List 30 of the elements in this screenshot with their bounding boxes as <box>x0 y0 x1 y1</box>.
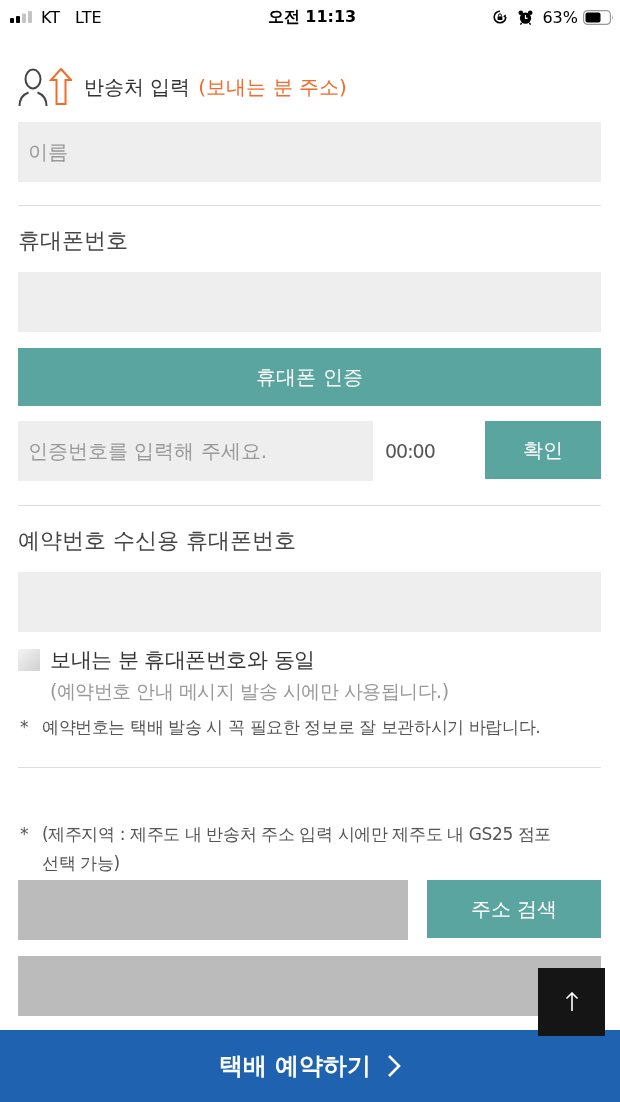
carrier-text: KT <box>41 7 61 27</box>
reservation-phone-label: 예약번호 수신용 휴대폰번호 <box>18 527 297 555</box>
phone-label: 휴대폰번호 <box>18 227 129 255</box>
same-as-sender-label: 보내는 분 휴대폰번호와 동일 <box>50 647 315 674</box>
person-arrow-icon <box>18 67 72 107</box>
timer-text: 00:00 <box>385 439 436 464</box>
signal-icon <box>10 11 32 23</box>
hint-text: (예약번호 안내 메시지 발송 시에만 사용됩니다.) <box>50 679 450 704</box>
arrow-up-icon <box>564 992 579 1012</box>
code-input[interactable]: 인증번호를 입력해 주세요. <box>18 421 373 481</box>
confirm-button[interactable]: 확인 <box>485 421 601 479</box>
address-search-button[interactable]: 주소 검색 <box>427 880 601 938</box>
alarm-icon <box>518 9 534 25</box>
name-input[interactable]: 이름 <box>18 122 601 182</box>
chevron-right-icon <box>387 1054 402 1078</box>
reserve-button[interactable]: 택배 예약하기 <box>0 1030 620 1102</box>
header-subtitle: (보내는 분 주소) <box>198 73 347 101</box>
clock-text: 오전 11:13 <box>267 6 357 28</box>
header-title: 반송처 입력 <box>84 73 191 101</box>
network-text: LTE <box>75 7 102 27</box>
orientation-lock-icon <box>493 10 508 24</box>
notice-text: 예약번호는 택배 발송 시 꼭 필요한 정보로 잘 보관하시기 바랍니다. <box>42 716 541 739</box>
battery-percent-text: 63% <box>542 7 578 27</box>
same-as-sender-checkbox[interactable] <box>18 649 40 671</box>
verify-phone-button[interactable]: 휴대폰 인증 <box>18 348 601 406</box>
notice-text: (제주지역 : 제주도 내 반송처 주소 입력 시에만 제주도 내 GS25 점포 선택 가능) <box>42 823 552 875</box>
battery-icon <box>583 9 614 25</box>
scroll-top-button[interactable] <box>538 968 605 1036</box>
notice-marker: * <box>19 823 30 846</box>
notice-marker: * <box>19 716 30 739</box>
